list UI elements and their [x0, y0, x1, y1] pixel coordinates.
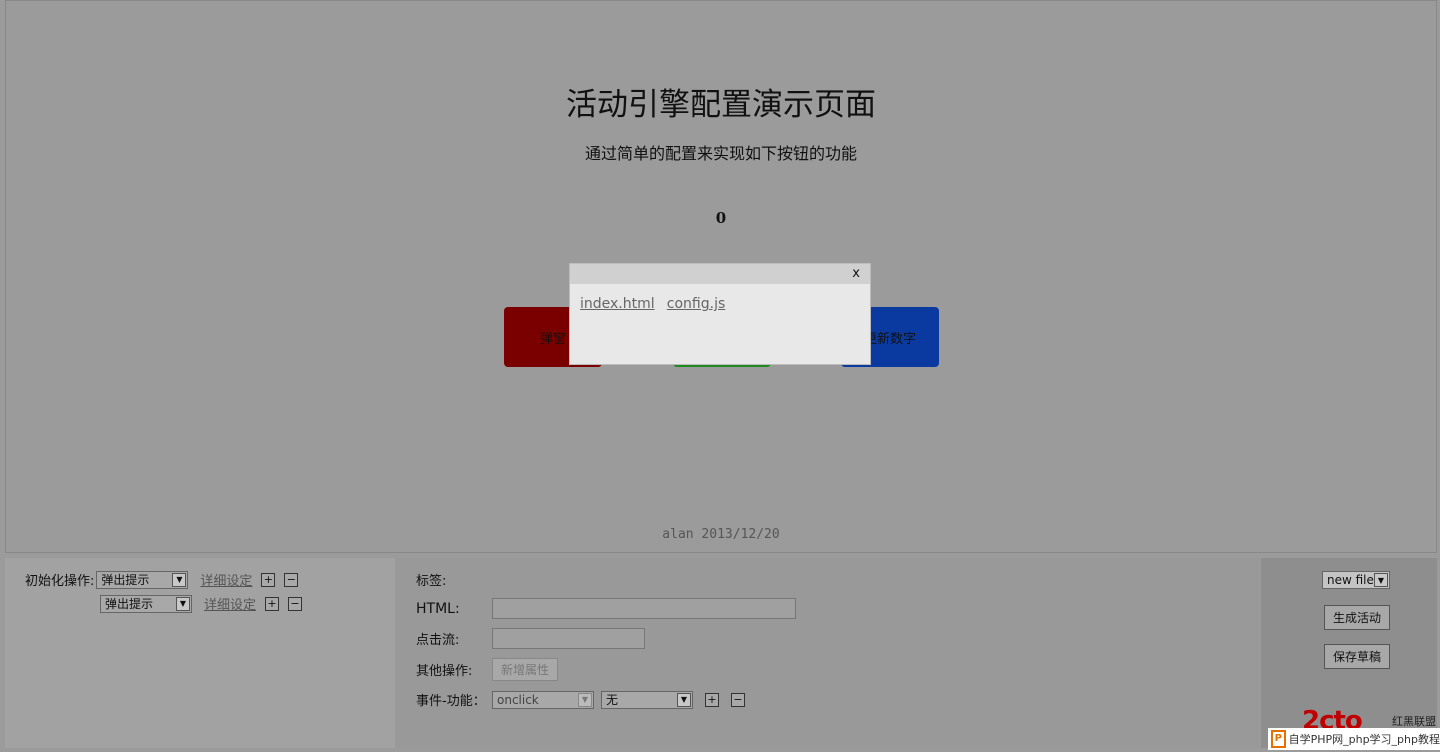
page-subtitle: 通过简单的配置来实现如下按钮的功能 [584, 144, 857, 163]
add-attribute-button[interactable]: 新增属性 [492, 658, 559, 681]
page-title: 活动引擎配置演示页面 [566, 87, 876, 123]
modal-header: x [570, 264, 870, 284]
add-init-button-2[interactable]: + [265, 596, 280, 611]
other-actions-label: 其他操作: [416, 664, 473, 679]
chevron-down-icon: ▼ [578, 692, 592, 707]
init-select-2-value: 弹出提示 [105, 597, 154, 611]
site-logo-subtitle: 红黑联盟 [1392, 715, 1436, 728]
click-stream-label: 点击流: [416, 633, 460, 648]
click-stream-input[interactable] [492, 628, 645, 649]
chevron-down-icon: ▼ [1374, 573, 1388, 587]
file-select-value: new file [1327, 573, 1374, 587]
html-label: HTML: [416, 600, 460, 617]
init-select-2[interactable]: 弹出提示 ▼ [100, 594, 192, 613]
detail-settings-link-2[interactable]: 详细设定 [204, 594, 256, 613]
detail-settings-link-1[interactable]: 详细设定 [200, 570, 252, 589]
add-event-button[interactable]: + [705, 692, 719, 707]
file-select[interactable]: new file ▼ [1322, 571, 1390, 589]
remove-init-button-2[interactable]: − [288, 596, 303, 611]
event-function-label: 事件-功能： [416, 694, 486, 709]
chevron-down-icon: ▼ [176, 596, 190, 611]
chevron-down-icon: ▼ [677, 692, 691, 707]
html-input[interactable] [492, 598, 796, 619]
save-draft-button[interactable]: 保存草稿 [1324, 644, 1391, 669]
file-link-config-js[interactable]: config.js [667, 296, 725, 312]
file-link-index-html[interactable]: index.html [580, 296, 655, 312]
init-label: 初始化操作: [25, 574, 95, 589]
init-select-1[interactable]: 弹出提示 ▼ [96, 570, 189, 589]
function-select[interactable]: 无 ▼ [601, 690, 693, 709]
event-select-value: onclick [497, 692, 539, 707]
watermark-bar: P 自学PHP网_php学习_php教程 [1268, 728, 1440, 750]
init-panel: 初始化操作: 弹出提示 ▼ 详细设定 + − 弹出提示 ▼ 详细设定 + − [5, 558, 395, 748]
watermark-text: 自学PHP网_php学习_php教程 [1288, 733, 1440, 746]
generate-activity-button[interactable]: 生成活动 [1324, 605, 1391, 630]
file-modal: x index.html config.js [570, 264, 870, 364]
remove-init-button-1[interactable]: − [284, 572, 299, 587]
modal-close-button[interactable]: x [852, 266, 860, 281]
counter-value: 0 [715, 209, 727, 227]
chevron-down-icon: ▼ [172, 572, 187, 587]
tag-label: 标签: [416, 574, 447, 589]
event-select[interactable]: onclick ▼ [492, 690, 594, 709]
footer-credit: alan 2013/12/20 [662, 527, 780, 542]
modal-body: index.html config.js [570, 284, 870, 324]
remove-event-button[interactable]: − [731, 692, 745, 707]
function-select-value: 无 [606, 693, 619, 707]
element-config-panel: 标签: HTML: 点击流: 其他操作: 新增属性 事件-功能： onclick… [396, 558, 1260, 748]
popup-button-label: 弹窗 [539, 331, 566, 347]
update-number-button-label: 更新数字 [863, 331, 916, 347]
init-select-1-value: 弹出提示 [101, 573, 150, 587]
php-icon: P [1271, 730, 1286, 748]
add-init-button-1[interactable]: + [261, 572, 276, 587]
